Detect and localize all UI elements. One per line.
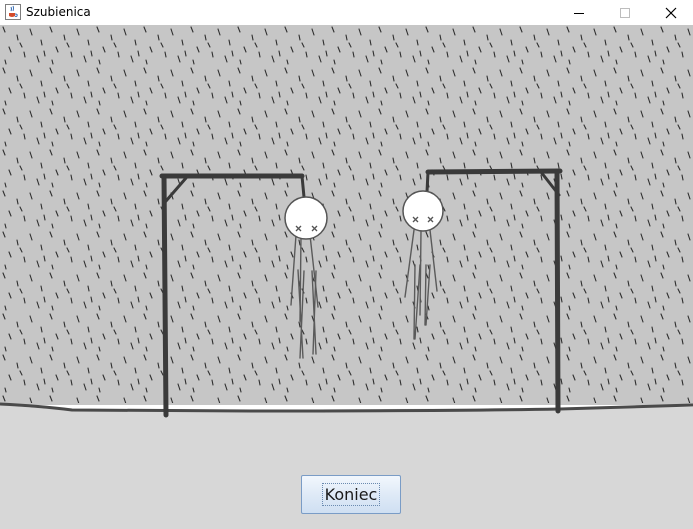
end-button[interactable]: Koniec	[301, 475, 401, 514]
minimize-button[interactable]	[556, 0, 602, 25]
game-scene	[0, 25, 693, 529]
maximize-icon	[620, 7, 630, 18]
java-cup-icon	[5, 4, 21, 20]
close-icon	[665, 7, 677, 18]
end-button-label: Koniec	[321, 483, 381, 506]
rain-texture	[0, 25, 693, 403]
window-title: Szubienica	[26, 5, 91, 19]
title-bar: Szubienica	[0, 0, 693, 25]
close-button[interactable]	[648, 0, 693, 25]
minimize-icon	[574, 12, 584, 14]
maximize-button[interactable]	[602, 0, 648, 25]
